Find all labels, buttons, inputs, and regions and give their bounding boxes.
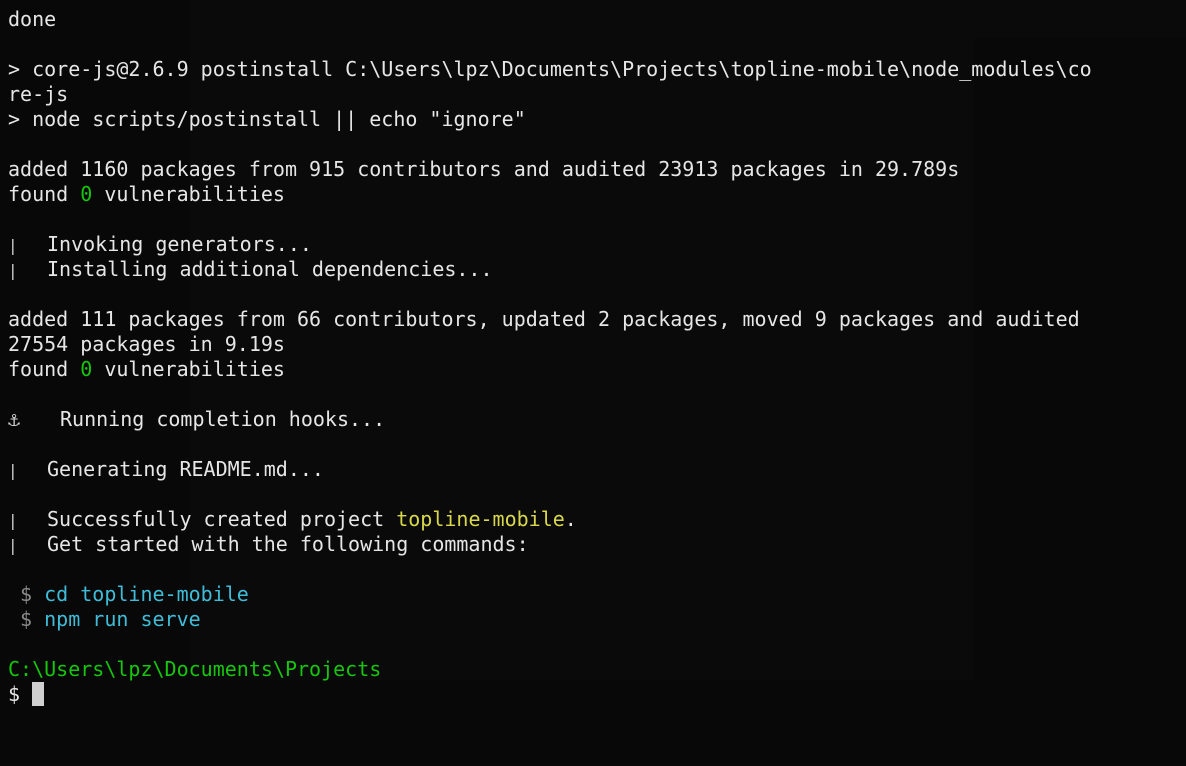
output-line: | Invoking generators... bbox=[8, 232, 1180, 257]
vulnerabilities-label: vulnerabilities bbox=[92, 182, 285, 206]
suggested-command[interactable]: cd topline-mobile bbox=[44, 582, 249, 606]
status-text: Invoking generators... bbox=[47, 232, 312, 256]
anchor-icon: ⚓ bbox=[8, 407, 21, 431]
status-text: Running completion hooks... bbox=[60, 407, 386, 431]
shell-prompt: $ bbox=[20, 607, 33, 631]
project-name: topline-mobile bbox=[396, 507, 565, 531]
found-label: found bbox=[8, 182, 81, 206]
output-line: done bbox=[8, 7, 57, 31]
status-text: Installing additional dependencies... bbox=[47, 257, 493, 281]
vulnerability-count: 0 bbox=[80, 182, 93, 206]
command-input-line[interactable]: $ bbox=[8, 682, 1180, 707]
status-bar-icon: | bbox=[8, 236, 18, 255]
output-line: | Get started with the following commands… bbox=[8, 532, 1180, 557]
shell-prompt: $ bbox=[8, 682, 21, 706]
output-line: | Successfully created project topline-mo… bbox=[8, 507, 1180, 532]
output-line: found 0 vulnerabilities bbox=[8, 357, 1180, 382]
output-line: 27554 packages in 9.19s bbox=[8, 332, 285, 356]
status-bar-icon: | bbox=[8, 536, 18, 555]
output-line: re-js bbox=[8, 82, 69, 106]
text-cursor[interactable] bbox=[32, 682, 45, 706]
output-line: found 0 vulnerabilities bbox=[8, 182, 1180, 207]
status-text: Successfully created project bbox=[47, 507, 397, 531]
status-bar-icon: | bbox=[8, 461, 18, 480]
vulnerabilities-label: vulnerabilities bbox=[92, 357, 285, 381]
output-line: ⚓ Running completion hooks... bbox=[8, 407, 1180, 432]
output-line: | Generating README.md... bbox=[8, 457, 1180, 482]
status-text: Generating README.md... bbox=[47, 457, 324, 481]
shell-prompt: $ bbox=[20, 582, 33, 606]
vulnerability-count: 0 bbox=[80, 357, 93, 381]
output-line: $ npm run serve bbox=[8, 607, 1180, 632]
terminal-output: done > core-js@2.6.9 postinstall C:\User… bbox=[8, 7, 1180, 707]
status-bar-icon: | bbox=[8, 511, 18, 530]
output-line: added 111 packages from 66 contributors,… bbox=[8, 307, 1080, 331]
output-line: > core-js@2.6.9 postinstall C:\Users\lpz… bbox=[8, 57, 1092, 81]
status-bar-icon: | bbox=[8, 261, 18, 280]
output-line: | Installing additional dependencies... bbox=[8, 257, 1180, 282]
status-text: Get started with the following commands: bbox=[47, 532, 529, 556]
status-text-end: . bbox=[564, 507, 577, 531]
output-line: $ cd topline-mobile bbox=[8, 582, 1180, 607]
found-label: found bbox=[8, 357, 81, 381]
suggested-command[interactable]: npm run serve bbox=[44, 607, 201, 631]
current-directory: C:\Users\lpz\Documents\Projects bbox=[8, 657, 382, 681]
output-line: added 1160 packages from 915 contributor… bbox=[8, 157, 960, 181]
terminal-window[interactable]: done > core-js@2.6.9 postinstall C:\User… bbox=[0, 0, 1186, 766]
output-line: > node scripts/postinstall || echo "igno… bbox=[8, 107, 526, 131]
